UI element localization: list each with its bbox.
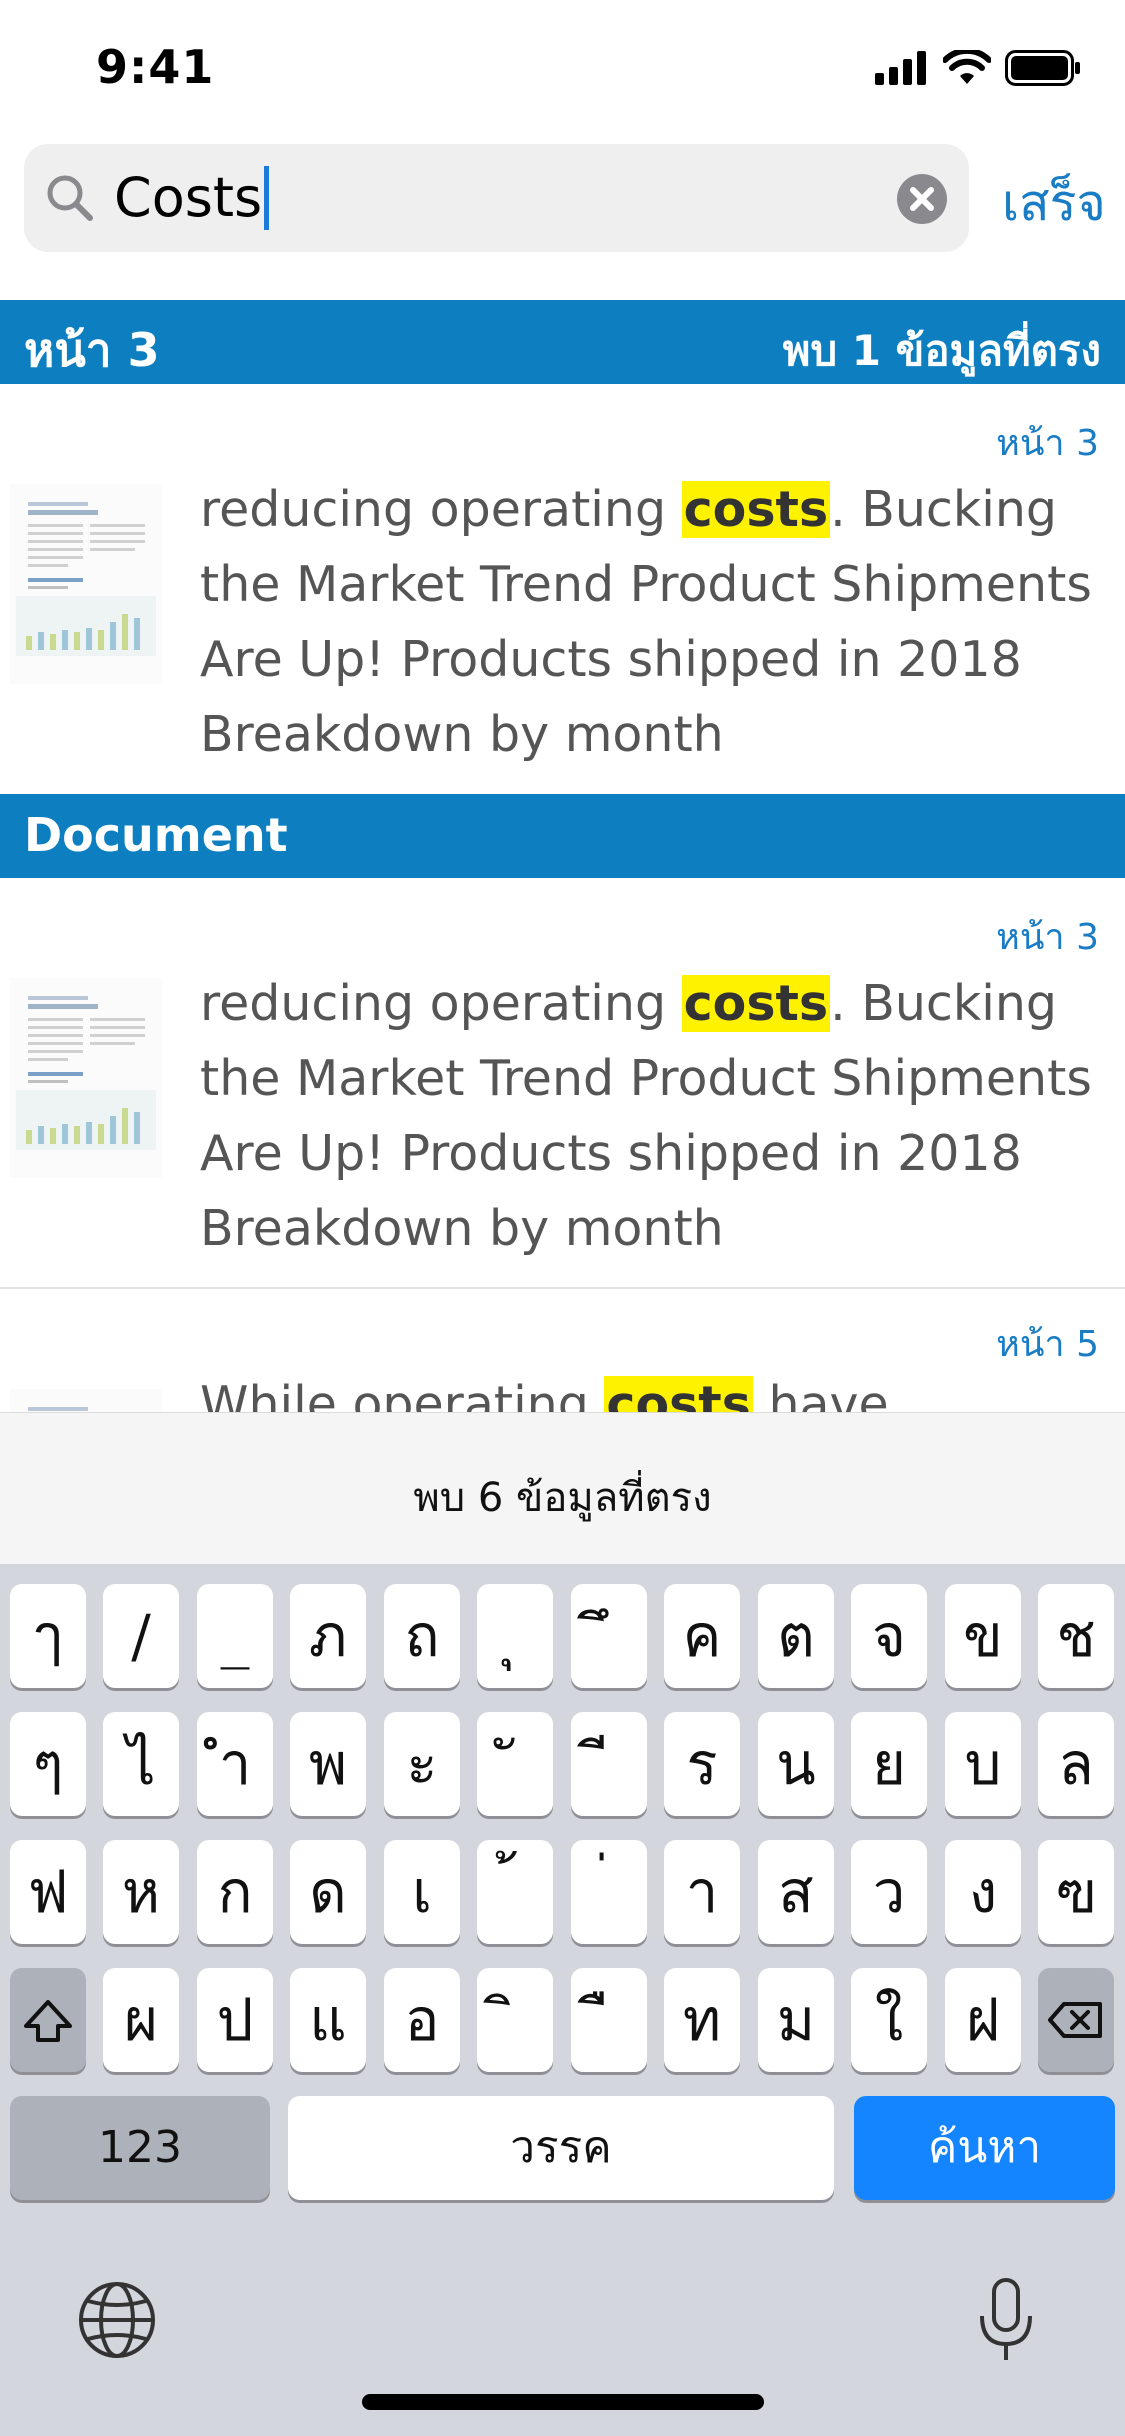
key[interactable]: ๆ <box>10 1712 86 1816</box>
result-page-label: หน้า 5 <box>996 1324 1099 1365</box>
snippet-match: costs <box>681 481 831 538</box>
key[interactable]: เ <box>384 1840 460 1944</box>
key[interactable]: _ <box>197 1584 273 1688</box>
search-key[interactable]: ค้นหา <box>854 2096 1115 2200</box>
text-caret <box>264 166 270 230</box>
search-result-item[interactable]: หน้า 3 reducing operating costs. Bucking… <box>0 384 1125 794</box>
search-field[interactable]: Costs <box>24 144 969 252</box>
shift-icon <box>24 2000 72 2042</box>
done-button[interactable]: เสร็จ <box>1002 164 1106 243</box>
status-icons <box>875 50 1081 86</box>
key[interactable]: ไ <box>103 1712 179 1816</box>
key[interactable]: ป <box>197 1968 273 2072</box>
snippet-match: costs <box>681 975 831 1032</box>
key[interactable]: ึ <box>571 1584 647 1688</box>
shift-key[interactable] <box>10 1968 86 2072</box>
key[interactable]: ม <box>758 1968 834 2072</box>
key[interactable]: ท <box>664 1968 740 2072</box>
key[interactable]: า <box>664 1840 740 1944</box>
snippet-before: reducing operating <box>200 481 682 538</box>
key[interactable]: ต <box>758 1584 834 1688</box>
key[interactable]: ช <box>1038 1584 1114 1688</box>
search-input-text: Costs <box>114 166 263 229</box>
key[interactable]: ว <box>851 1840 927 1944</box>
key[interactable]: พ <box>290 1712 366 1816</box>
key[interactable]: แ <box>290 1968 366 2072</box>
key[interactable]: ุ <box>477 1584 553 1688</box>
result-snippet: While operating costs have increased <box>200 1367 1100 1412</box>
battery-icon <box>1005 50 1080 86</box>
key[interactable]: ิ <box>477 1968 553 2072</box>
numbers-key[interactable]: 123 <box>10 2096 270 2200</box>
key[interactable]: ่ <box>571 1840 647 1944</box>
section-title: Document <box>24 808 288 862</box>
section-header-page: หน้า 3 พบ 1 ข้อมูลที่ตรง <box>0 300 1125 384</box>
key[interactable]: ฝ <box>945 1968 1021 2072</box>
section-match-count: พบ 1 ข้อมูลที่ตรง <box>782 326 1101 375</box>
match-count-bar: พบ 6 ข้อมูลที่ตรง <box>0 1412 1125 1564</box>
result-snippet: reducing operating costs. Bucking the Ma… <box>200 966 1100 1266</box>
page-thumbnail <box>10 484 162 684</box>
key[interactable]: จ <box>851 1584 927 1688</box>
search-result-item[interactable]: หน้า 5 While operating costs have increa… <box>0 1289 1125 1412</box>
snippet-before: While operating <box>200 1376 605 1412</box>
key[interactable]: ใ <box>851 1968 927 2072</box>
key[interactable]: ถ <box>384 1584 460 1688</box>
key[interactable]: ค <box>664 1584 740 1688</box>
key[interactable]: ี <box>571 1712 647 1816</box>
home-indicator <box>362 2394 764 2410</box>
section-title: หน้า 3 <box>24 323 160 377</box>
key[interactable]: ั <box>477 1712 553 1816</box>
page-thumbnail <box>10 978 162 1178</box>
search-result-item[interactable]: หน้า 3 reducing operating costs. Bucking… <box>0 878 1125 1288</box>
key[interactable]: ส <box>758 1840 834 1944</box>
key[interactable]: ง <box>945 1840 1021 1944</box>
snippet-match: costs <box>604 1376 753 1412</box>
result-page-label: หน้า 3 <box>996 917 1099 958</box>
key[interactable]: ร <box>664 1712 740 1816</box>
key[interactable]: ฟ <box>10 1840 86 1944</box>
key[interactable]: ภ <box>290 1584 366 1688</box>
key[interactable]: ข <box>945 1584 1021 1688</box>
wifi-icon <box>943 50 991 84</box>
key[interactable]: ำ <box>197 1712 273 1816</box>
key[interactable]: ห <box>103 1840 179 1944</box>
key[interactable]: น <box>758 1712 834 1816</box>
key[interactable]: อ <box>384 1968 460 2072</box>
key[interactable]: ด <box>290 1840 366 1944</box>
result-page-label: หน้า 3 <box>996 423 1099 464</box>
key[interactable]: ื <box>571 1968 647 2072</box>
backspace-key[interactable] <box>1038 1968 1114 2072</box>
section-header-document: Document <box>0 794 1125 878</box>
match-count: พบ 6 ข้อมูลที่ตรง <box>413 1475 712 1521</box>
search-input[interactable]: Costs <box>114 166 270 230</box>
key[interactable]: ก <box>197 1840 273 1944</box>
clear-icon[interactable] <box>897 174 947 224</box>
microphone-icon[interactable] <box>976 2276 1036 2366</box>
key[interactable]: / <box>103 1584 179 1688</box>
key[interactable]: ้ <box>477 1840 553 1944</box>
page-thumbnail <box>10 1389 162 1412</box>
key[interactable]: ๅ <box>10 1584 86 1688</box>
globe-icon[interactable] <box>76 2279 158 2361</box>
key[interactable]: ล <box>1038 1712 1114 1816</box>
space-key[interactable]: วรรค <box>288 2096 834 2200</box>
status-bar: 9:41 <box>0 0 1125 140</box>
key[interactable]: ย <box>851 1712 927 1816</box>
result-snippet: reducing operating costs. Bucking the Ma… <box>200 472 1100 772</box>
search-icon <box>47 175 93 221</box>
thai-keyboard: ๅ / _ ภ ถ ุ ึ ค ต จ ข ช ๆ ไ ำ พ ะ ั ี ร … <box>0 1564 1125 2436</box>
snippet-before: reducing operating <box>200 975 682 1032</box>
backspace-icon <box>1048 2002 1102 2038</box>
key[interactable]: ผ <box>103 1968 179 2072</box>
key[interactable]: บ <box>945 1712 1021 1816</box>
key[interactable]: ฃ <box>1038 1840 1114 1944</box>
signal-icon <box>875 51 926 85</box>
key[interactable]: ะ <box>384 1712 460 1816</box>
status-time: 9:41 <box>96 40 215 94</box>
